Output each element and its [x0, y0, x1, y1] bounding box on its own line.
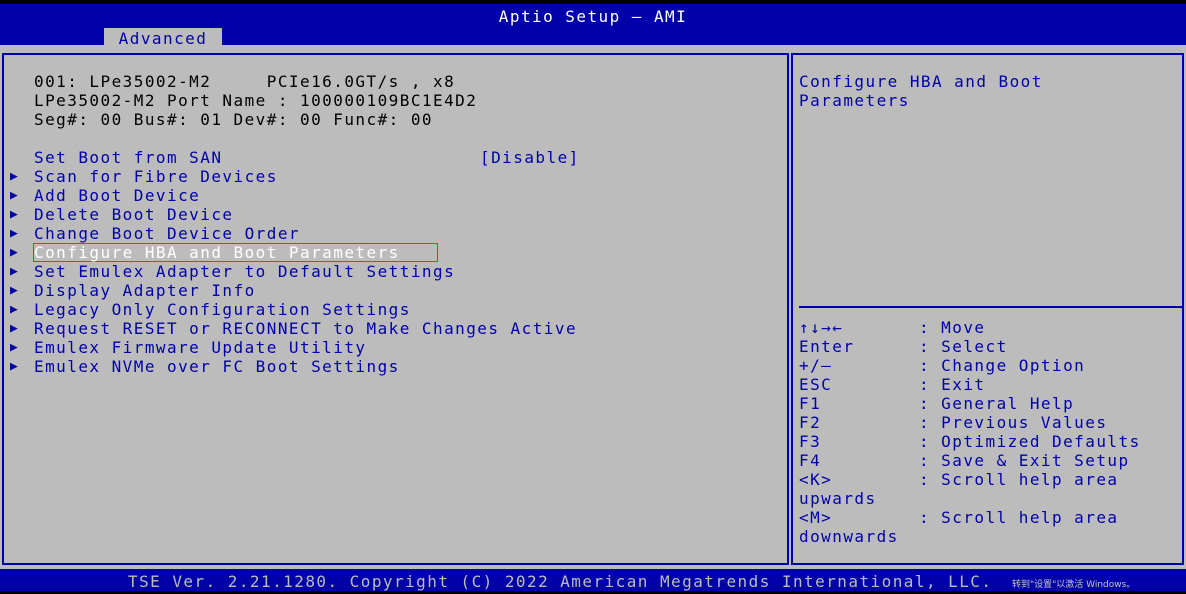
submenu-item[interactable]: Set Emulex Adapter to Default Settings	[34, 262, 455, 281]
key-description: : General Help	[919, 394, 1075, 413]
key-description: : Move	[919, 318, 986, 337]
key-description: : Previous Values	[919, 413, 1108, 432]
key-description: : Change Option	[919, 356, 1086, 375]
settings-panel: 001: LPe35002-M2 PCIe16.0GT/s , x8 LPe35…	[2, 53, 789, 565]
title-bar: Aptio Setup – AMI Advanced	[0, 0, 1186, 49]
app-title: Aptio Setup – AMI	[498, 7, 688, 26]
help-divider	[799, 306, 1182, 308]
submenu-item[interactable]: Add Boot Device	[34, 186, 200, 205]
submenu-arrow-icon: ▶	[10, 245, 20, 260]
key-name: F1	[799, 394, 822, 413]
key-name: <M>	[799, 508, 833, 527]
submenu-arrow-icon: ▶	[10, 226, 20, 241]
submenu-item[interactable]: Request RESET or RECONNECT to Make Chang…	[34, 319, 577, 338]
status-bar: TSE Ver. 2.21.1280. Copyright (C) 2022 A…	[0, 569, 1186, 594]
submenu-arrow-icon: ▶	[10, 188, 20, 203]
key-name: F2	[799, 413, 822, 432]
submenu-item[interactable]: Display Adapter Info	[34, 281, 256, 300]
key-description: : Optimized Defaults	[919, 432, 1141, 451]
submenu-arrow-icon: ▶	[10, 264, 20, 279]
set-boot-from-san-label[interactable]: Set Boot from SAN	[34, 148, 222, 167]
key-description: : Exit	[919, 375, 986, 394]
set-boot-from-san-value[interactable]: [Disable]	[480, 148, 580, 167]
key-name: ESC	[799, 375, 833, 394]
submenu-arrow-icon: ▶	[10, 359, 20, 374]
submenu-arrow-icon: ▶	[10, 283, 20, 298]
submenu-arrow-icon: ▶	[10, 302, 20, 317]
key-name: ↑↓→←	[799, 318, 844, 337]
submenu-item[interactable]: Emulex NVMe over FC Boot Settings	[34, 357, 400, 376]
key-name: F4	[799, 451, 822, 470]
submenu-item[interactable]: Configure HBA and Boot Parameters	[34, 243, 400, 262]
windows-activation-watermark: 转到"设置"以激活 Windows。	[1012, 580, 1136, 590]
help-text-line-1: Configure HBA and Boot	[799, 72, 1043, 91]
key-description: : Scroll help area	[919, 470, 1119, 489]
key-description: : Save & Exit Setup	[919, 451, 1130, 470]
adapter-info-line: 001: LPe35002-M2 PCIe16.0GT/s , x8	[34, 72, 456, 91]
port-name-line: LPe35002-M2 Port Name : 100000109BC1E4D2	[34, 91, 478, 110]
submenu-item[interactable]: Legacy Only Configuration Settings	[34, 300, 411, 319]
submenu-arrow-icon: ▶	[10, 321, 20, 336]
pci-location-line: Seg#: 00 Bus#: 01 Dev#: 00 Func#: 00	[34, 110, 433, 129]
submenu-arrow-icon: ▶	[10, 207, 20, 222]
key-name: downwards	[799, 527, 899, 546]
key-name: F3	[799, 432, 822, 451]
key-description: : Scroll help area	[919, 508, 1119, 527]
key-name: Enter	[799, 337, 855, 356]
help-text-line-2: Parameters	[799, 91, 910, 110]
key-name: upwards	[799, 489, 877, 508]
submenu-arrow-icon: ▶	[10, 340, 20, 355]
submenu-arrow-icon: ▶	[10, 169, 20, 184]
submenu-item[interactable]: Scan for Fibre Devices	[34, 167, 278, 186]
submenu-item[interactable]: Emulex Firmware Update Utility	[34, 338, 366, 357]
main-area: 001: LPe35002-M2 PCIe16.0GT/s , x8 LPe35…	[0, 45, 1186, 569]
key-name: +/–	[799, 356, 833, 375]
key-name: <K>	[799, 470, 833, 489]
copyright-text: TSE Ver. 2.21.1280. Copyright (C) 2022 A…	[128, 572, 993, 591]
submenu-item[interactable]: Delete Boot Device	[34, 205, 234, 224]
help-panel: Configure HBA and Boot Parameters ↑↓→← : …	[791, 53, 1184, 565]
submenu-item[interactable]: Change Boot Device Order	[34, 224, 300, 243]
key-description: : Select	[919, 337, 1008, 356]
